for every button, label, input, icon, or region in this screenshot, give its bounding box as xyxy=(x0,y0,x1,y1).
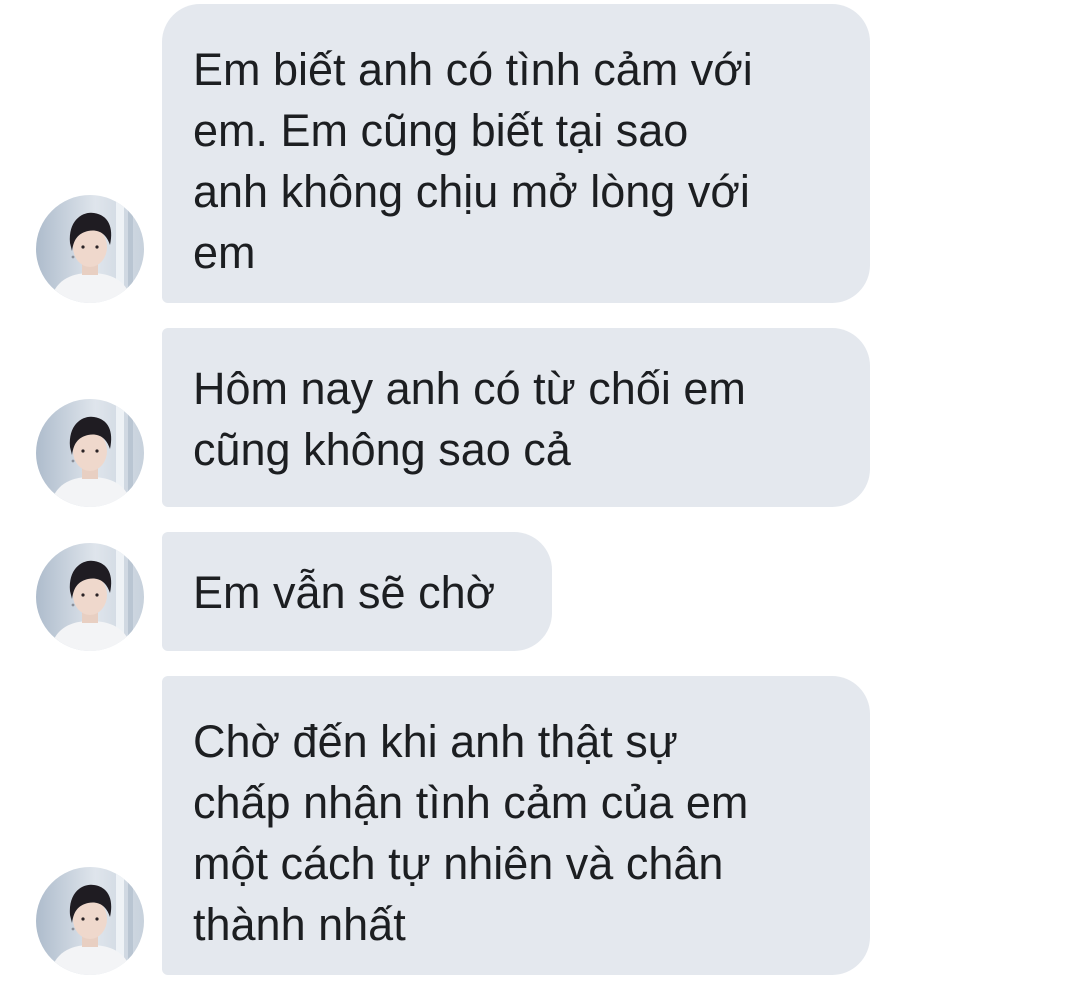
message-text: Hôm nay anh có từ chối em cũng không sao… xyxy=(193,363,746,475)
message-bubble[interactable]: Hôm nay anh có từ chối em cũng không sao… xyxy=(162,328,870,507)
message-text: Em vẫn sẽ chờ xyxy=(193,567,496,618)
contact-avatar-icon[interactable] xyxy=(36,543,144,651)
contact-avatar-icon[interactable] xyxy=(36,195,144,303)
message-text: Chờ đến khi anh thật sự chấp nhận tình c… xyxy=(193,716,749,950)
contact-avatar-icon[interactable] xyxy=(36,399,144,507)
message-bubble[interactable]: Em biết anh có tình cảm với em. Em cũng … xyxy=(162,4,870,303)
message-text: Em biết anh có tình cảm với em. Em cũng … xyxy=(193,44,753,278)
contact-avatar-icon[interactable] xyxy=(36,867,144,975)
message-bubble[interactable]: Chờ đến khi anh thật sự chấp nhận tình c… xyxy=(162,676,870,975)
message-bubble[interactable]: Em vẫn sẽ chờ xyxy=(162,532,552,651)
